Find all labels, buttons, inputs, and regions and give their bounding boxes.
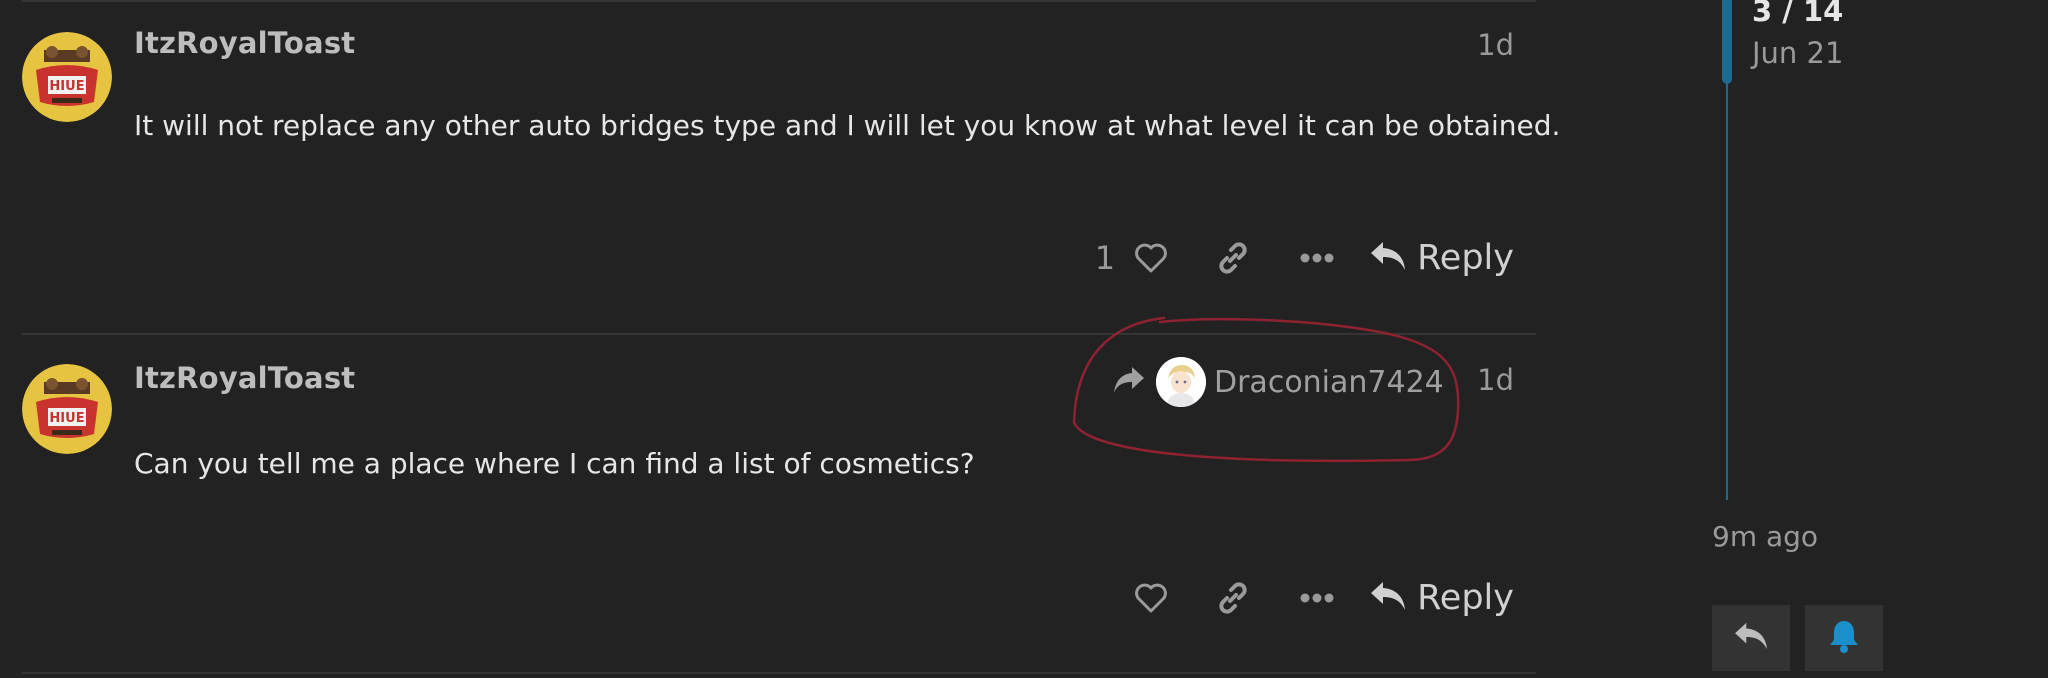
reply-icon bbox=[1733, 621, 1769, 655]
link-icon[interactable] bbox=[1211, 236, 1255, 280]
post-2: HIUE ItzRoyalToast Draconian7424 1d Can … bbox=[0, 335, 1536, 678]
notification-button[interactable] bbox=[1805, 605, 1883, 671]
post-actions: 1 Reply bbox=[1095, 228, 1514, 288]
reply-to-avatar bbox=[1156, 357, 1206, 407]
share-arrow-icon bbox=[1112, 365, 1146, 399]
link-icon[interactable] bbox=[1211, 576, 1255, 620]
reply-topic-button[interactable] bbox=[1712, 605, 1790, 671]
heart-icon[interactable] bbox=[1129, 236, 1173, 280]
ellipsis-icon[interactable] bbox=[1295, 236, 1339, 280]
avatar[interactable]: HIUE bbox=[22, 32, 112, 122]
post-body: Can you tell me a place where I can find… bbox=[134, 447, 975, 480]
timeline-position[interactable]: 3 / 14 bbox=[1752, 0, 1843, 28]
bell-icon bbox=[1827, 618, 1861, 658]
post-author[interactable]: ItzRoyalToast bbox=[134, 26, 355, 60]
like-count[interactable]: 1 bbox=[1095, 239, 1115, 277]
post-author[interactable]: ItzRoyalToast bbox=[134, 361, 355, 395]
post-1: HIUE ItzRoyalToast 1d It will not replac… bbox=[0, 0, 1560, 333]
svg-text:HIUE: HIUE bbox=[49, 411, 84, 426]
reply-label: Reply bbox=[1417, 578, 1514, 618]
post-body: It will not replace any other auto bridg… bbox=[134, 109, 1561, 142]
reply-to-tab[interactable]: Draconian7424 bbox=[1112, 357, 1444, 407]
ellipsis-icon[interactable] bbox=[1295, 576, 1339, 620]
post-divider-bottom bbox=[22, 672, 1536, 674]
avatar[interactable]: HIUE bbox=[22, 364, 112, 454]
timeline-end-date[interactable]: 9m ago bbox=[1712, 520, 1818, 553]
reply-icon bbox=[1369, 580, 1407, 616]
post-date[interactable]: 1d bbox=[1477, 363, 1514, 397]
post-date[interactable]: 1d bbox=[1477, 28, 1514, 62]
reply-button[interactable]: Reply bbox=[1369, 578, 1514, 618]
timeline-date: Jun 21 bbox=[1752, 36, 1844, 70]
svg-text:HIUE: HIUE bbox=[49, 79, 84, 94]
reply-icon bbox=[1369, 240, 1407, 276]
reply-button[interactable]: Reply bbox=[1369, 238, 1514, 278]
timeline-handle[interactable] bbox=[1722, 0, 1732, 84]
heart-icon[interactable] bbox=[1129, 576, 1173, 620]
post-actions: Reply bbox=[1129, 568, 1514, 628]
reply-label: Reply bbox=[1417, 238, 1514, 278]
reply-to-username: Draconian7424 bbox=[1214, 364, 1444, 400]
